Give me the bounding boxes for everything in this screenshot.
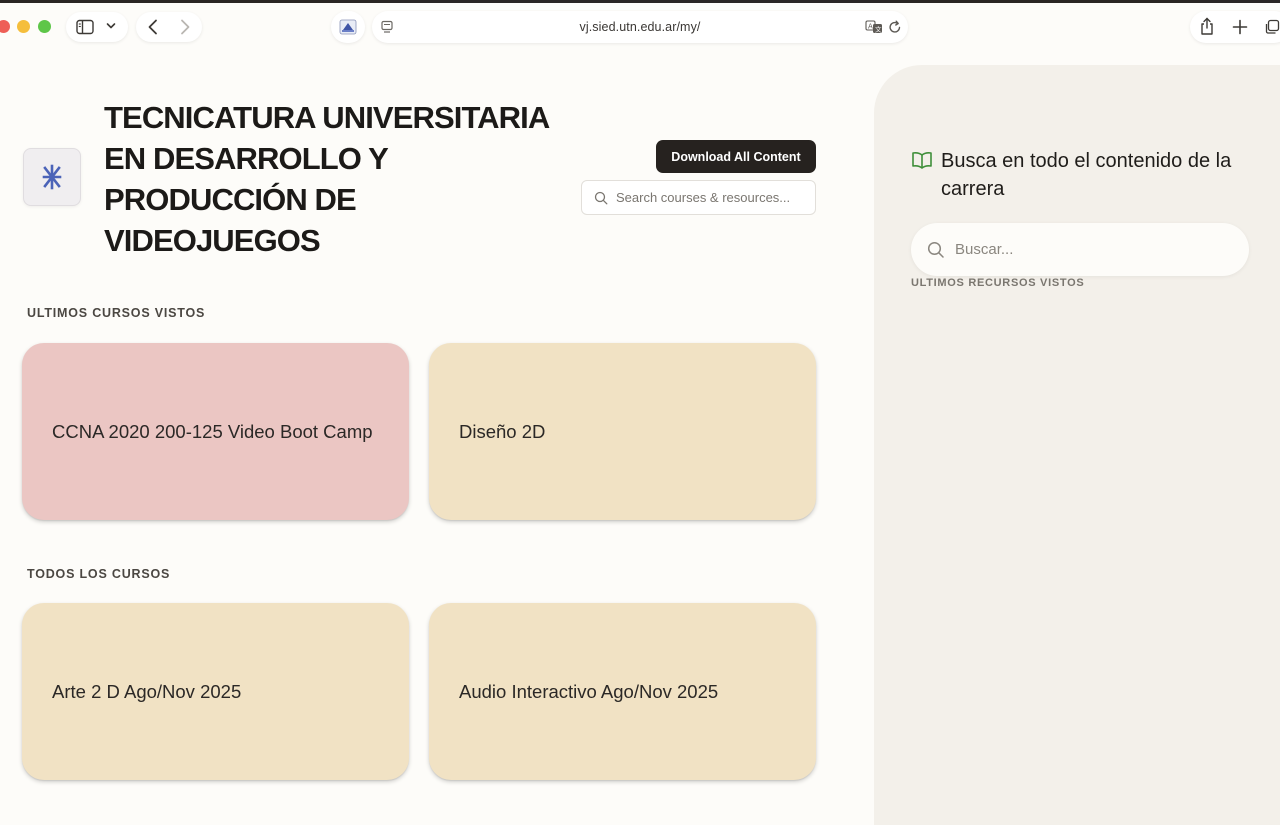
course-card[interactable]: Arte 2 D Ago/Nov 2025 — [22, 603, 409, 780]
course-card-title: Arte 2 D Ago/Nov 2025 — [52, 680, 242, 702]
translate-icon[interactable]: A文 — [865, 19, 883, 35]
sidebar-icon[interactable] — [76, 19, 94, 35]
search-icon — [594, 191, 608, 205]
new-tab-icon[interactable] — [1232, 19, 1248, 35]
minimize-window-button[interactable] — [17, 20, 30, 33]
site-favicon-icon — [339, 19, 357, 35]
course-card-title: CCNA 2020 200-125 Video Boot Camp — [52, 420, 373, 442]
reload-icon[interactable] — [888, 19, 902, 35]
zoom-window-button[interactable] — [38, 20, 51, 33]
career-search-heading: Busca en todo el contenido de la carrera — [941, 150, 1232, 200]
course-card[interactable]: Audio Interactivo Ago/Nov 2025 — [429, 603, 816, 780]
search-icon — [927, 241, 945, 259]
svg-text:A: A — [868, 23, 873, 31]
svg-text:文: 文 — [875, 25, 882, 34]
course-search-input[interactable] — [616, 190, 806, 205]
tab-favicon[interactable] — [331, 11, 365, 43]
course-card-title: Diseño 2D — [459, 420, 546, 442]
toolbar-actions — [1190, 11, 1280, 43]
download-all-content-button[interactable]: Download All Content — [656, 140, 816, 173]
utn-logo — [23, 148, 81, 206]
share-icon[interactable] — [1199, 17, 1215, 36]
course-search-box[interactable] — [581, 180, 816, 215]
url-text[interactable]: vj.sied.utn.edu.ar/my/ — [372, 20, 908, 34]
window-top-edge — [0, 0, 1280, 3]
career-search-input[interactable] — [955, 241, 1215, 258]
utn-logo-icon — [42, 164, 62, 190]
recent-resources-label: ULTIMOS RECURSOS VISTOS — [911, 277, 1085, 289]
address-bar[interactable]: vj.sied.utn.edu.ar/my/ A文 — [372, 11, 908, 43]
forward-icon[interactable] — [178, 18, 192, 36]
course-card-title: Audio Interactivo Ago/Nov 2025 — [459, 680, 719, 702]
course-card[interactable]: CCNA 2020 200-125 Video Boot Camp — [22, 343, 409, 520]
chevron-down-icon[interactable] — [106, 21, 116, 31]
sidebar-toggle-group[interactable] — [66, 12, 128, 42]
book-open-icon — [911, 150, 933, 175]
page-title: TECNICATURA UNIVERSITARIA EN DESARROLLO … — [104, 100, 549, 258]
close-window-button[interactable] — [0, 20, 10, 33]
back-icon[interactable] — [146, 18, 160, 36]
browser-toolbar: vj.sied.utn.edu.ar/my/ A文 — [0, 0, 1280, 52]
career-search-box[interactable] — [911, 223, 1249, 276]
tab-overview-icon[interactable] — [1264, 19, 1280, 35]
course-card[interactable]: Diseño 2D — [429, 343, 816, 520]
recent-courses-label: ULTIMOS CURSOS VISTOS — [27, 306, 206, 320]
all-courses-label: TODOS LOS CURSOS — [27, 567, 171, 581]
history-nav-group — [136, 12, 202, 42]
